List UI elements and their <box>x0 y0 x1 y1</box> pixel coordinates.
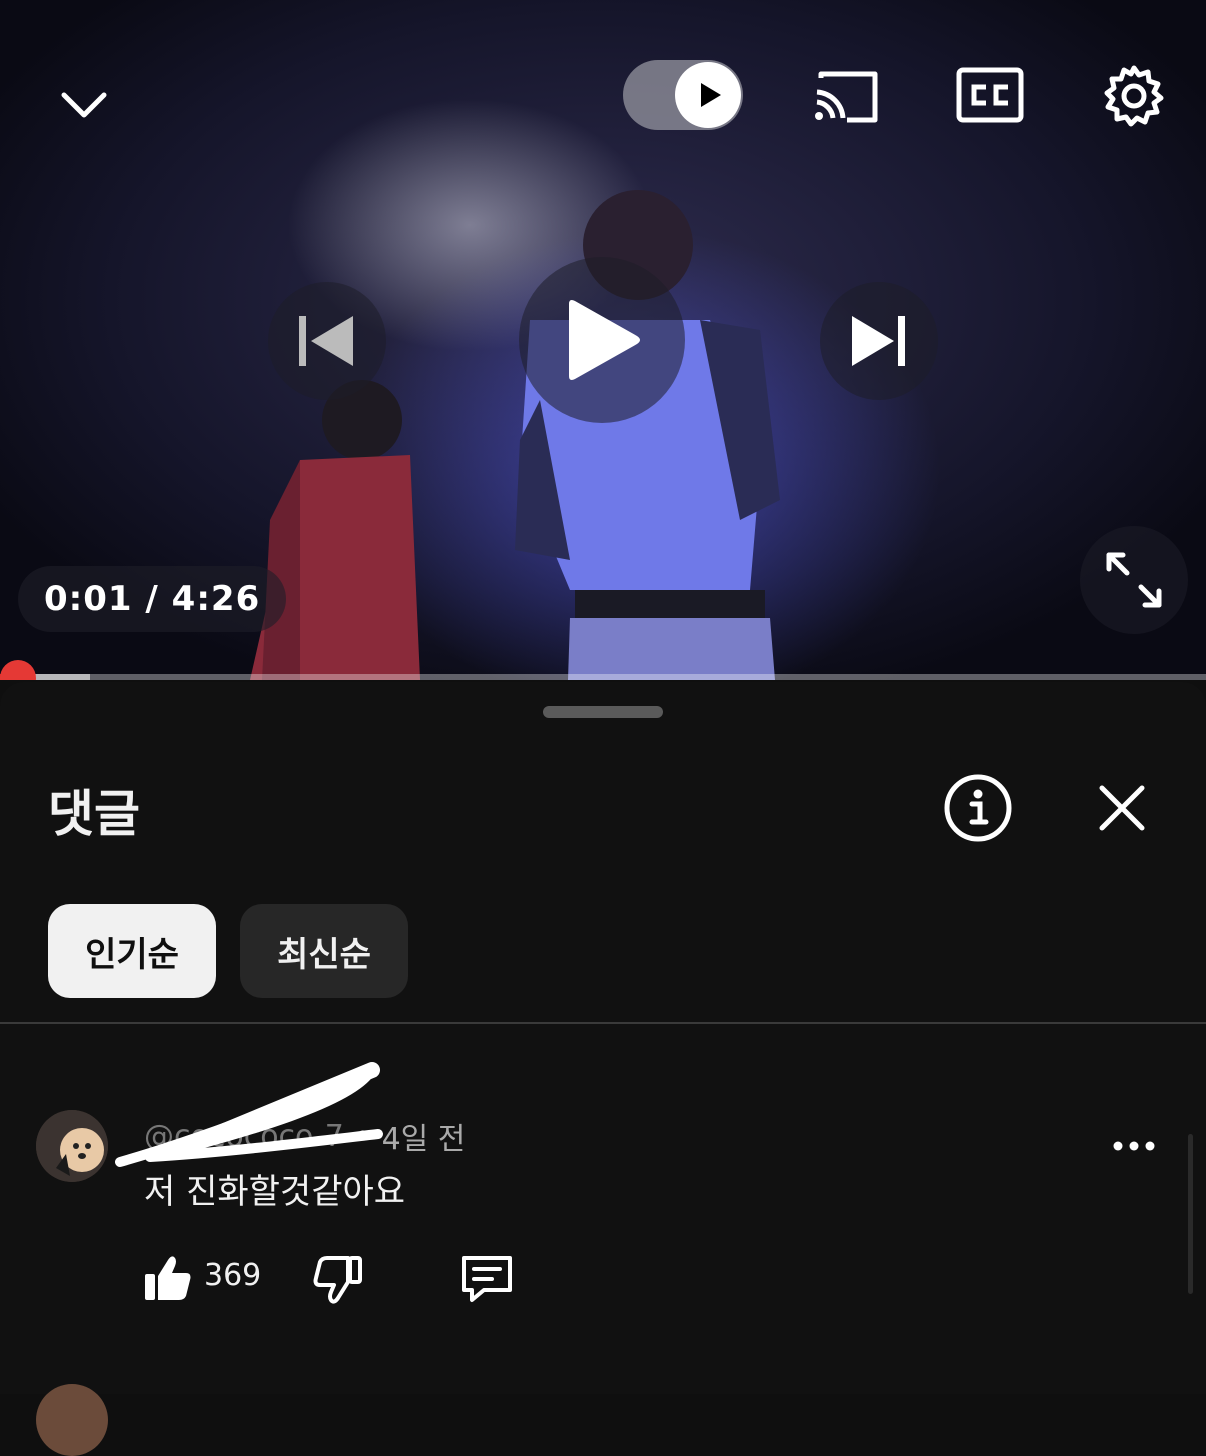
next-button[interactable] <box>820 282 938 400</box>
time-display: 0:01 / 4:26 <box>18 566 287 632</box>
comment-reply-icon <box>462 1256 512 1302</box>
like-count: 369 <box>204 1258 262 1293</box>
autoplay-toggle[interactable] <box>623 60 743 130</box>
info-button[interactable] <box>942 772 1014 844</box>
previous-button[interactable] <box>268 282 386 400</box>
next-icon <box>852 316 905 366</box>
info-icon <box>944 774 1012 842</box>
comment-item: @cocococo-7 • 4일 전 저 진화할것같아요 369 <box>0 1062 1206 1352</box>
cast-button[interactable] <box>808 62 884 130</box>
captions-button[interactable] <box>954 64 1026 126</box>
redaction-scribble <box>115 1062 383 1167</box>
sort-chip-popular[interactable]: 인기순 <box>48 904 216 998</box>
divider <box>0 1022 1206 1024</box>
dislike-button[interactable] <box>310 1252 364 1306</box>
avatar-image <box>36 1110 108 1182</box>
autoplay-knob <box>675 62 741 128</box>
chevron-down-icon <box>61 92 107 118</box>
minimize-button[interactable] <box>48 70 120 142</box>
panel-title: 댓글 <box>48 785 140 843</box>
play-icon <box>569 300 640 380</box>
comment-menu-button[interactable] <box>1108 1128 1160 1164</box>
close-icon <box>1099 785 1145 831</box>
autoplay-play-icon <box>689 76 727 114</box>
fullscreen-icon <box>1106 552 1162 608</box>
video-player[interactable]: 0:01 / 4:26 <box>0 0 1206 680</box>
play-button[interactable] <box>519 257 685 423</box>
settings-button[interactable] <box>1098 60 1170 132</box>
more-vertical-icon <box>1113 1141 1155 1151</box>
cast-icon <box>815 71 878 123</box>
like-button[interactable] <box>142 1252 194 1304</box>
progress-bar[interactable] <box>0 674 1206 680</box>
previous-icon <box>299 316 353 366</box>
sort-chip-newest[interactable]: 최신순 <box>240 904 408 998</box>
reply-button[interactable] <box>458 1252 516 1306</box>
next-comment-avatar[interactable] <box>36 1384 108 1456</box>
comment-text: 저 진화할것같아요 <box>144 1172 406 1212</box>
avatar[interactable] <box>36 1110 108 1182</box>
scrollbar[interactable] <box>1188 1134 1193 1294</box>
thumbs-down-icon <box>313 1256 362 1304</box>
close-button[interactable] <box>1092 778 1152 838</box>
comments-panel: 댓글 인기순 최신순 @cocococo-7 • 4일 전 저 진화할것같아요 … <box>0 682 1206 1394</box>
thumbs-up-icon <box>145 1256 191 1300</box>
fullscreen-button[interactable] <box>1080 526 1188 634</box>
drag-handle[interactable] <box>543 706 663 718</box>
closed-captions-icon <box>956 67 1024 123</box>
gear-icon <box>1104 65 1164 127</box>
